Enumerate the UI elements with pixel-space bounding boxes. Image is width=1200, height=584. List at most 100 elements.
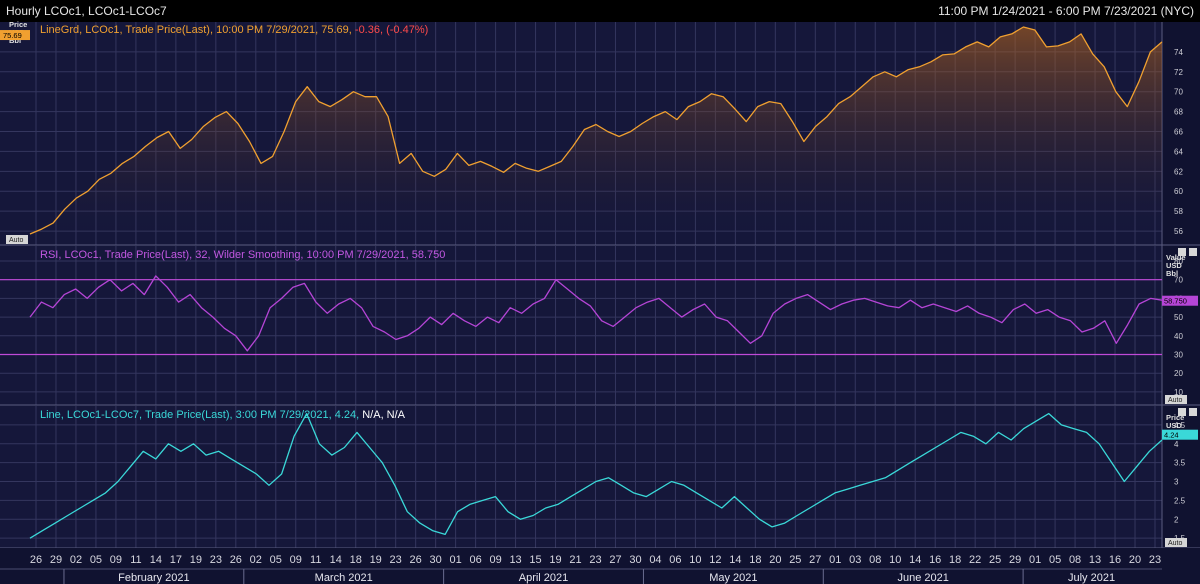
rsi-legend: RSI, LCOc1, Trade Price(Last), 32, Wilde… [40,249,445,261]
x-month-label: May 2021 [709,572,757,584]
x-day-tick: 23 [1149,554,1161,566]
x-day-tick: 18 [350,554,362,566]
x-day-tick: 19 [549,554,561,566]
spread-ytick: 2.5 [1174,496,1186,505]
x-day-tick: 06 [469,554,481,566]
x-day-tick: 25 [989,554,1001,566]
rsi-unit-label: Bbl [1166,269,1178,278]
x-day-tick: 30 [430,554,442,566]
rsi-last-value: 58.750 [1164,297,1187,306]
spread-ytick: 3 [1174,478,1179,487]
spread-corner-box-1 [1178,408,1186,416]
x-day-tick: 04 [649,554,661,566]
x-day-tick: 23 [390,554,402,566]
x-month-label: July 2021 [1068,572,1115,584]
x-day-tick: 01 [829,554,841,566]
price-ytick: 74 [1174,48,1183,57]
x-day-tick: 02 [70,554,82,566]
x-day-tick: 05 [90,554,102,566]
x-day-tick: 09 [290,554,302,566]
x-day-tick: 02 [250,554,262,566]
x-day-tick: 05 [270,554,282,566]
price-legend: LineGrd, LCOc1, Trade Price(Last), 10:00… [40,24,428,36]
rsi-corner-box-2 [1189,248,1197,256]
x-day-tick: 03 [849,554,861,566]
price-ytick: 70 [1174,88,1183,97]
rsi-ytick: 40 [1174,332,1183,341]
x-day-tick: 25 [789,554,801,566]
x-day-tick: 06 [669,554,681,566]
x-day-tick: 09 [110,554,122,566]
price-ytick: 60 [1174,187,1183,196]
spread-corner-box-2 [1189,408,1197,416]
x-day-tick: 11 [130,554,141,566]
x-day-tick: 19 [190,554,202,566]
price-ytick: 62 [1174,167,1183,176]
x-day-tick: 18 [749,554,761,566]
price-ytick: 66 [1174,128,1183,137]
spread-ytick: 4 [1174,440,1179,449]
x-day-tick: 13 [509,554,521,566]
x-day-tick: 26 [30,554,42,566]
rsi-corner-box-1 [1178,248,1186,256]
rsi-ytick: 30 [1174,350,1183,359]
spread-ytick: 2 [1174,515,1179,524]
x-day-tick: 26 [410,554,422,566]
rsi-ytick: 50 [1174,313,1183,322]
spread-legend: Line, LCOc1-LCOc7, Trade Price(Last), 3:… [40,409,406,421]
price-ytick: 58 [1174,207,1183,216]
x-day-tick: 29 [50,554,62,566]
rsi-ytick: 20 [1174,369,1183,378]
price-ytick: 64 [1174,147,1183,156]
x-day-tick: 16 [1109,554,1121,566]
x-month-label: February 2021 [118,572,190,584]
x-day-tick: 11 [310,554,321,566]
x-day-tick: 22 [969,554,981,566]
x-day-tick: 14 [150,554,162,566]
x-day-tick: 18 [949,554,961,566]
x-day-tick: 09 [489,554,501,566]
price-legend-change: -0.36, (-0.47%) [355,24,428,36]
x-day-tick: 17 [170,554,182,566]
x-day-tick: 26 [230,554,242,566]
x-day-tick: 08 [869,554,881,566]
x-day-tick: 23 [589,554,601,566]
chart-canvas: 56586062646668707274PriceUSDBbl102030405… [0,20,1200,584]
x-day-tick: 14 [330,554,342,566]
x-month-label: March 2021 [315,572,373,584]
x-day-tick: 12 [709,554,721,566]
axis-background [1162,22,1200,548]
x-day-tick: 27 [809,554,821,566]
x-day-tick: 14 [909,554,921,566]
x-day-tick: 20 [769,554,781,566]
x-day-tick: 19 [370,554,382,566]
x-day-tick: 05 [1049,554,1061,566]
x-day-tick: 01 [1029,554,1041,566]
x-day-tick: 30 [629,554,641,566]
x-day-tick: 20 [1129,554,1141,566]
spread-last-value: 4.24 [1164,431,1179,440]
x-day-tick: 08 [1069,554,1081,566]
x-month-label: June 2021 [898,572,949,584]
spread-auto-label: Auto [1168,540,1183,547]
rsi-auto-label: Auto [1168,397,1183,404]
x-month-label: April 2021 [519,572,569,584]
x-day-tick: 01 [450,554,462,566]
x-day-tick: 23 [210,554,222,566]
price-auto-label: Auto [9,237,24,244]
x-day-tick: 10 [889,554,901,566]
x-day-tick: 14 [729,554,741,566]
x-day-tick: 21 [569,554,581,566]
spread-legend-na: N/A, N/A [362,409,405,421]
x-day-tick: 16 [929,554,941,566]
x-day-tick: 15 [529,554,541,566]
price-legend-text: LineGrd, LCOc1, Trade Price(Last), 10:00… [40,24,355,36]
spread-legend-text: Line, LCOc1-LCOc7, Trade Price(Last), 3:… [40,409,362,421]
price-last-value: 75.69 [3,31,22,40]
price-ytick: 56 [1174,227,1183,236]
price-ytick: 68 [1174,108,1183,117]
x-day-tick: 10 [689,554,701,566]
spread-ytick: 3.5 [1174,459,1186,468]
x-day-tick: 29 [1009,554,1021,566]
x-day-tick: 13 [1089,554,1101,566]
